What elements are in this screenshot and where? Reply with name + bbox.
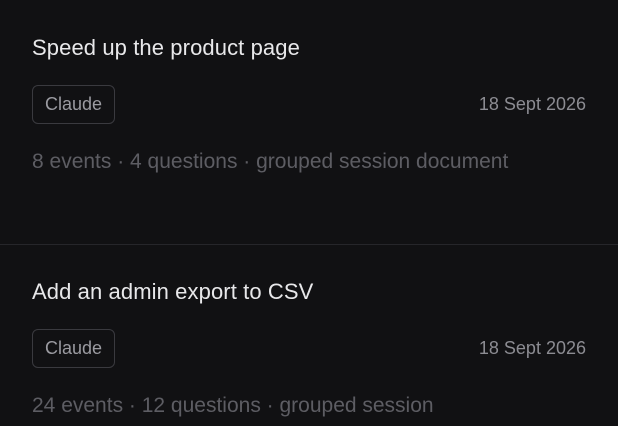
session-date: 18 Sept 2026 <box>478 338 586 358</box>
session-meta: 24 events · 12 questions · grouped sessi… <box>32 394 434 417</box>
session-item[interactable]: Add an admin export to CSV Claude 18 Sep… <box>0 245 618 426</box>
session-title[interactable]: Speed up the product page <box>32 35 300 61</box>
session-list: Speed up the product page Claude 18 Sept… <box>0 0 618 426</box>
session-info-row: Claude 18 Sept 2026 <box>32 85 586 126</box>
session-date: 18 Sept 2026 <box>478 94 586 114</box>
session-title[interactable]: Add an admin export to CSV <box>32 279 313 305</box>
agent-tag[interactable]: Claude <box>32 329 116 368</box>
session-meta: 8 events · 4 questions · grouped session… <box>32 150 509 173</box>
session-item[interactable]: Speed up the product page Claude 18 Sept… <box>0 0 618 245</box>
session-info-row: Claude 18 Sept 2026 <box>32 329 586 370</box>
agent-tag[interactable]: Claude <box>32 85 116 124</box>
